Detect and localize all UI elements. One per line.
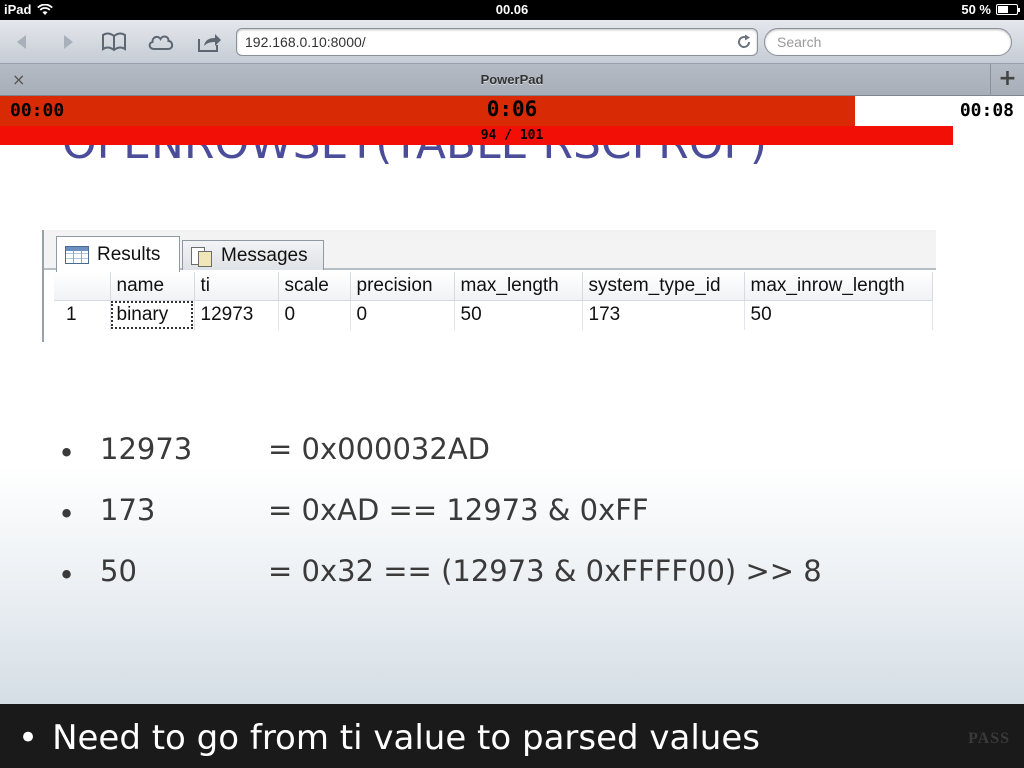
status-bar: iPad 00.06 50 % — [0, 0, 1024, 20]
page-content: OPENROWSET(TABLE RSCPROP) 00:00 0:06 00:… — [0, 96, 1024, 768]
results-grid: name ti scale precision max_length syste… — [54, 272, 933, 330]
bookmarks-button[interactable] — [98, 28, 130, 56]
back-arrow-icon — [17, 35, 26, 49]
forward-arrow-icon — [64, 35, 73, 49]
bullet-number: 50 — [100, 554, 137, 588]
share-icon — [198, 34, 221, 52]
results-tab-strip: Results Messages — [44, 230, 936, 272]
tab-title[interactable]: PowerPad — [0, 72, 1024, 87]
slide-counter: 94 / 101 — [480, 128, 544, 143]
grid-header-row: name ti scale precision max_length syste… — [54, 272, 933, 301]
bullet-expression: = 0x000032AD — [268, 432, 491, 466]
back-button[interactable] — [6, 28, 38, 56]
messages-icon — [191, 245, 213, 267]
caption-text: • Need to go from ti value to parsed valu… — [18, 718, 760, 758]
column-header: name — [110, 272, 195, 301]
search-input[interactable]: Search — [764, 28, 1012, 56]
status-clock: 00.06 — [495, 2, 529, 17]
timer-end: 00:08 — [959, 100, 1014, 121]
caption-bullet: • — [18, 718, 39, 758]
grid-cell[interactable]: 173 — [582, 300, 745, 330]
battery-percent: 50 % — [961, 2, 991, 17]
icloud-tabs-icon — [148, 35, 174, 50]
bullet-expression: = 0x32 == (12973 & 0xFFFF00) >> 8 — [268, 554, 822, 588]
timer-current: 0:06 — [486, 97, 538, 121]
grid-cell[interactable]: 50 — [454, 300, 583, 330]
grid-cell[interactable]: 12973 — [194, 300, 279, 330]
bookmarks-icon — [102, 32, 126, 52]
bullet-expression: = 0xAD == 12973 & 0xFF — [268, 493, 649, 527]
bullet-dot: • — [58, 558, 76, 592]
new-tab-button[interactable]: + — [990, 64, 1024, 96]
column-header: system_type_id — [582, 272, 745, 301]
grid-icon — [65, 245, 89, 264]
bullet-dot: • — [58, 497, 76, 531]
caption-bar: • Need to go from ti value to parsed valu… — [0, 704, 1024, 768]
url-bar[interactable]: 192.168.0.10:8000/ — [236, 28, 758, 56]
tab-results-label: Results — [97, 243, 161, 265]
column-header: ti — [194, 272, 279, 301]
url-text: 192.168.0.10:8000/ — [245, 34, 366, 50]
grid-cell[interactable]: 0 — [350, 300, 455, 330]
row-number: 1 — [54, 300, 111, 330]
timer-bar: 00:00 0:06 00:08 — [0, 96, 1024, 126]
table-row: 1 binary 12973 0 0 50 173 50 — [54, 300, 933, 330]
search-placeholder: Search — [777, 34, 822, 50]
caption-label: Need to go from ti value to parsed value… — [52, 718, 760, 758]
column-header: scale — [278, 272, 351, 301]
grid-cell[interactable]: binary — [110, 300, 195, 330]
tab-bar: × PowerPad + — [0, 64, 1024, 96]
query-results-panel: Results Messages name ti scale precision… — [42, 230, 936, 342]
battery-icon — [996, 4, 1020, 15]
column-header: max_length — [454, 272, 583, 301]
forward-button[interactable] — [52, 28, 84, 56]
pass-logo: PASS — [968, 730, 1010, 747]
tab-messages[interactable]: Messages — [182, 240, 324, 270]
grid-cell[interactable]: 50 — [744, 300, 933, 330]
bullet-number: 12973 — [100, 432, 193, 466]
status-right: 50 % — [961, 2, 1020, 17]
grid-cell[interactable]: 0 — [278, 300, 351, 330]
slide-progress-bar: 94 / 101 — [0, 126, 1024, 145]
tab-results[interactable]: Results — [56, 236, 180, 272]
reload-icon[interactable] — [735, 33, 753, 51]
column-header — [54, 272, 111, 301]
column-header: precision — [350, 272, 455, 301]
icloud-tabs-button[interactable] — [145, 28, 177, 56]
bullet-dot: • — [58, 436, 76, 470]
bullet-number: 173 — [100, 493, 156, 527]
tab-messages-label: Messages — [221, 244, 308, 266]
column-header: max_inrow_length — [744, 272, 933, 301]
share-button[interactable] — [193, 28, 225, 56]
browser-toolbar: 192.168.0.10:8000/ Search — [0, 20, 1024, 64]
